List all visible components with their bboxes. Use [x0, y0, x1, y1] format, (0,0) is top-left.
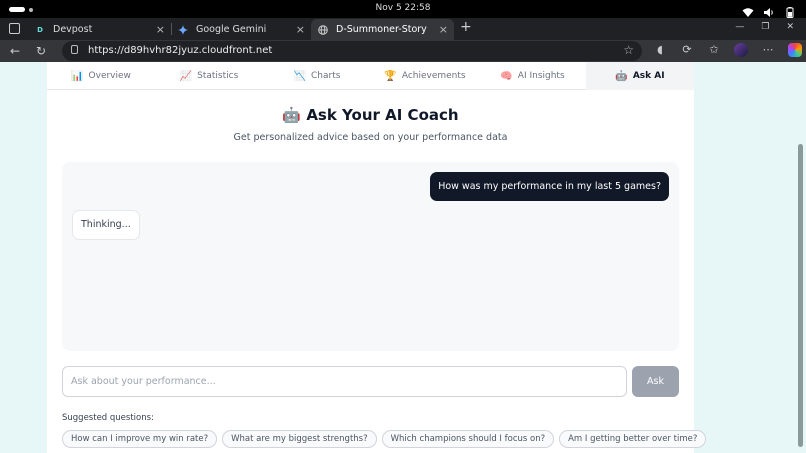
more-menu-icon[interactable]: ⋯ [761, 43, 775, 57]
browser-toolbar: ← ↻ https://d89hvhr82jyuz.cloudfront.net… [0, 40, 806, 62]
tab-achievements[interactable]: 🏆 Achievements [371, 62, 479, 90]
bar-chart-icon: 📊 [71, 70, 84, 82]
assistant-message: Thinking... [72, 210, 140, 240]
close-window-icon[interactable]: ✕ [786, 22, 794, 32]
suggestion-chip[interactable]: Am I getting better over time? [559, 430, 707, 448]
url-text[interactable]: https://d89hvhr82jyuz.cloudfront.net [88, 45, 272, 56]
favorite-star-icon[interactable]: ☆ [623, 43, 634, 57]
close-tab-icon[interactable]: × [439, 23, 448, 36]
tab-overview-icon[interactable] [9, 23, 20, 34]
globe-icon [318, 24, 328, 35]
nav-label: Ask AI [632, 71, 665, 81]
system-tray[interactable] [742, 3, 796, 18]
dashboard-card: 📊 Overview 📈 Statistics 📉 Charts 🏆 Achie… [47, 62, 707, 453]
nav-label: Achievements [401, 71, 466, 81]
robot-icon: 🤖 [615, 70, 628, 82]
tab-devpost[interactable]: D Devpost × [28, 19, 171, 40]
system-clock[interactable]: Nov 5 22:58 [0, 3, 806, 13]
maximize-icon[interactable]: ❐ [761, 22, 769, 32]
tab-statistics[interactable]: 📈 Statistics [155, 62, 263, 90]
ask-button[interactable]: Ask [632, 366, 679, 397]
volume-icon [763, 3, 775, 17]
tab-charts[interactable]: 📉 Charts [263, 62, 371, 90]
battery-icon [784, 3, 796, 18]
tab-ai-insights[interactable]: 🧠 AI Insights [479, 62, 586, 90]
wifi-icon [742, 3, 754, 17]
tab-ask-ai[interactable]: 🤖 Ask AI [586, 62, 694, 90]
nav-label: AI Insights [517, 71, 565, 81]
suggested-questions-label: Suggested questions: [62, 413, 154, 423]
tab-google-gemini[interactable]: Google Gemini × [171, 19, 311, 40]
tab-overview[interactable]: 📊 Overview [47, 62, 155, 90]
trophy-icon: 🏆 [384, 70, 397, 82]
trend-up-icon: 📈 [179, 70, 193, 82]
address-bar[interactable]: https://d89hvhr82jyuz.cloudfront.net ☆ [62, 41, 642, 61]
nav-label: Statistics [197, 71, 239, 81]
extensions-puzzle-icon[interactable]: ⟳ [680, 43, 694, 57]
page-viewport: 📊 Overview 📈 Statistics 📉 Charts 🏆 Achie… [0, 62, 806, 453]
question-input[interactable] [62, 366, 627, 397]
suggestion-chip[interactable]: Which champions should I focus on? [381, 430, 555, 448]
close-tab-icon[interactable]: × [296, 23, 305, 36]
suggested-questions: How can I improve my win rate? What are … [62, 430, 707, 448]
read-aloud-icon[interactable]: ◖ [653, 43, 667, 57]
close-tab-icon[interactable]: × [156, 23, 165, 36]
suggestion-chip[interactable]: How can I improve my win rate? [62, 430, 218, 448]
user-message: How was my performance in my last 5 game… [430, 172, 669, 201]
profile-avatar-icon[interactable] [734, 43, 748, 57]
suggestion-chip[interactable]: What are my biggest strengths? [222, 430, 377, 448]
copilot-icon[interactable] [788, 43, 802, 57]
toolbar-extensions: ◖ ⟳ ✩ ⋯ [653, 43, 802, 57]
favorites-icon[interactable]: ✩ [707, 43, 721, 57]
system-top-bar: Nov 5 22:58 [0, 0, 806, 18]
browser-tab-bar: D Devpost × Google Gemini × D-Summoner-S… [0, 18, 806, 40]
trend-down-icon: 📉 [293, 70, 307, 82]
tab-label: Google Gemini [196, 24, 267, 35]
tab-label: Devpost [53, 24, 93, 35]
reload-icon[interactable]: ↻ [36, 44, 46, 58]
brain-icon: 🧠 [500, 70, 513, 82]
chat-history[interactable]: How was my performance in my last 5 game… [62, 162, 679, 351]
nav-label: Charts [311, 71, 341, 81]
page-subtitle: Get personalized advice based on your pe… [233, 132, 508, 143]
new-tab-plus-icon[interactable]: + [460, 19, 472, 35]
back-arrow-icon[interactable]: ← [10, 44, 20, 58]
minimize-icon[interactable]: — [735, 22, 744, 32]
tab-label: D-Summoner-Story [336, 24, 427, 35]
page-scrollbar[interactable] [798, 144, 803, 447]
window-controls: — ❐ ✕ [735, 22, 794, 32]
gemini-icon [178, 24, 188, 35]
devpost-favicon-icon: D [37, 25, 43, 34]
nav-label: Overview [88, 71, 131, 81]
dashboard-nav: 📊 Overview 📈 Statistics 📉 Charts 🏆 Achie… [47, 62, 694, 90]
page-title: 🤖 Ask Your AI Coach [282, 106, 459, 124]
site-info-lock-icon[interactable] [71, 45, 78, 54]
tab-d-summoner-story[interactable]: D-Summoner-Story × [311, 19, 454, 40]
